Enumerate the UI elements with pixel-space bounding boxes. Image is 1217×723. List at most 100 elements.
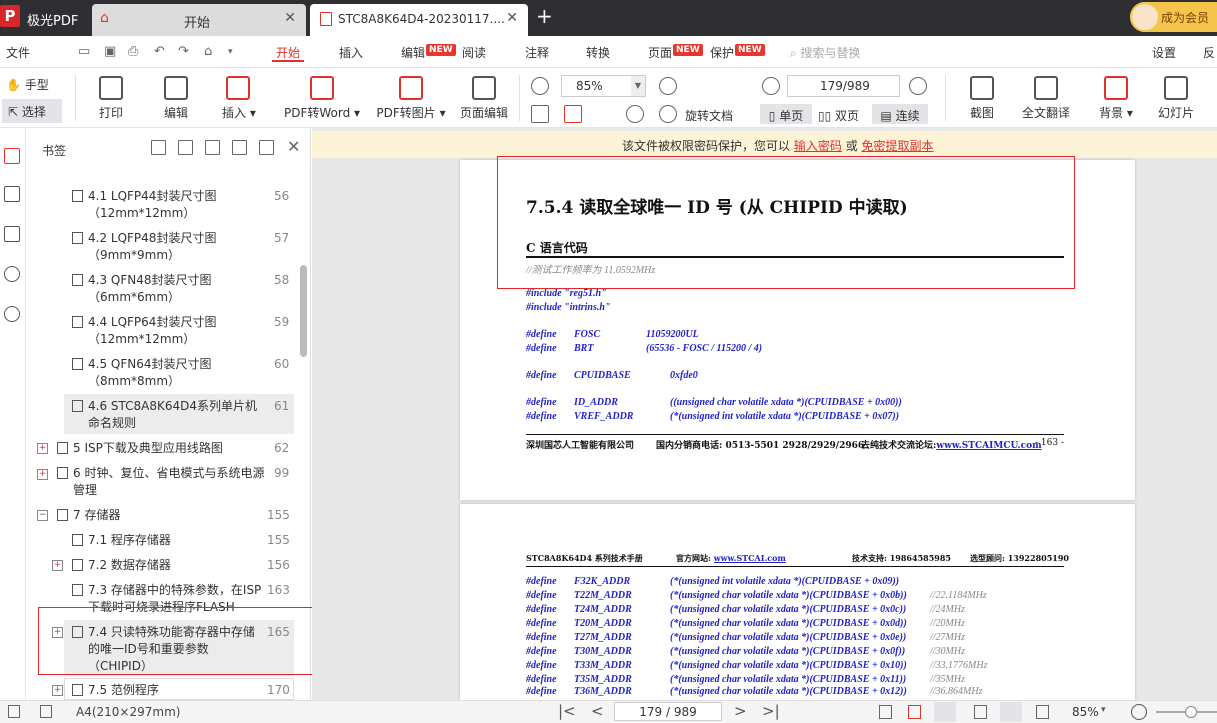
previous-page-icon[interactable]: <: [591, 702, 604, 720]
menu-read[interactable]: 阅读: [462, 44, 486, 61]
menu-insert[interactable]: 插入: [339, 44, 363, 61]
bookmark-item[interactable]: 6 时钟、复位、省电模式与系统电源管理 99: [57, 465, 294, 499]
double-page-button[interactable]: ▯▯ 双页: [818, 107, 859, 124]
panel-scrollbar[interactable]: [300, 265, 307, 357]
last-page-icon[interactable]: >|: [762, 702, 780, 720]
menu-more[interactable]: 反: [1203, 44, 1215, 61]
zoom-in-icon[interactable]: [659, 77, 677, 95]
bookmark-panel-icon[interactable]: [4, 148, 20, 164]
close-icon[interactable]: ✕: [287, 137, 300, 156]
search-input[interactable]: ⌕ 搜索与替换: [790, 44, 861, 61]
menu-protect[interactable]: 保护 NEW: [710, 44, 765, 61]
bookmark-item[interactable]: 7.2 数据存储器 156: [72, 557, 294, 577]
close-icon[interactable]: ✕: [284, 10, 296, 26]
bookmark-item[interactable]: 4.5 QFN64封装尺寸图（8mm*8mm） 60: [72, 356, 294, 390]
search-icon[interactable]: [4, 266, 20, 282]
enter-password-link[interactable]: 输入密码: [794, 139, 842, 153]
expand-icon[interactable]: +: [52, 560, 63, 571]
zoom-out-icon[interactable]: [1131, 704, 1147, 720]
print-button[interactable]: 打印: [95, 76, 127, 121]
sidebar-toggle-icon[interactable]: [8, 705, 20, 718]
slideshow-button[interactable]: 幻灯片: [1156, 76, 1196, 121]
bookmark-icon[interactable]: [232, 140, 247, 155]
attachment-icon[interactable]: [4, 306, 20, 322]
collapse-all-icon[interactable]: [178, 140, 193, 155]
rotate-left-icon[interactable]: [626, 105, 644, 123]
menu-page[interactable]: 页面 NEW: [648, 44, 703, 61]
bookmark-item[interactable]: 4.3 QFN48封装尺寸图（6mm*6mm） 58: [72, 272, 294, 306]
bookmark-item[interactable]: 7 存储器 155: [57, 507, 294, 527]
expand-icon[interactable]: +: [37, 469, 48, 480]
translate-button[interactable]: 全文翻译: [1020, 76, 1072, 121]
avatar[interactable]: [1130, 2, 1160, 32]
rotate-document-button[interactable]: 旋转文档: [685, 107, 733, 124]
fit-page-icon[interactable]: [564, 105, 582, 123]
background-button[interactable]: 背景 ▾: [1094, 76, 1138, 121]
first-page-icon[interactable]: |<: [558, 702, 576, 720]
edit-button[interactable]: 编辑: [160, 76, 192, 121]
screenshot-button[interactable]: 截图: [966, 76, 998, 121]
export-icon[interactable]: [40, 705, 52, 718]
thumbnail-icon[interactable]: [4, 186, 20, 202]
select-tool-button[interactable]: ⇱ 选择: [2, 99, 62, 123]
chevron-down-icon[interactable]: ▾: [228, 45, 242, 59]
page-edit-button[interactable]: 页面编辑: [458, 76, 510, 121]
home-icon[interactable]: ⌂: [204, 45, 218, 59]
double-page-icon[interactable]: [1036, 705, 1049, 719]
extract-copy-link[interactable]: 免密提取副本: [862, 139, 934, 153]
zoom-select[interactable]: 85% ▼: [561, 75, 646, 97]
menu-file[interactable]: 文件: [6, 44, 30, 61]
tab-home[interactable]: ⌂ 开始 ✕: [92, 4, 306, 36]
pdf-to-image-button[interactable]: PDF转图片 ▾: [376, 76, 446, 121]
new-tab-icon[interactable]: +: [536, 4, 553, 28]
bookmark-item[interactable]: 4.6 STC8A8K64D4系列单片机命名规则 61: [72, 398, 294, 432]
footer-forum-link[interactable]: www.STCAIMCU.com: [936, 441, 1041, 451]
chevron-down-icon[interactable]: ▾: [1101, 705, 1106, 715]
bookmark-item[interactable]: 7.1 程序存储器 155: [72, 532, 294, 552]
zoom-slider-handle[interactable]: [1185, 706, 1197, 718]
open-folder-icon[interactable]: ▭: [78, 45, 92, 59]
undo-icon[interactable]: ↶: [154, 45, 168, 59]
collapse-icon[interactable]: −: [37, 510, 48, 521]
expand-icon[interactable]: +: [37, 443, 48, 454]
save-icon[interactable]: ▣: [104, 45, 118, 59]
add-bookmark-icon[interactable]: [205, 140, 220, 155]
menu-start[interactable]: 开始: [276, 44, 300, 61]
hand-tool-button[interactable]: ✋ 手型: [6, 76, 49, 93]
actual-size-icon[interactable]: [879, 705, 892, 719]
header-site-link[interactable]: www.STCAI.com: [714, 553, 786, 563]
bookmark-item[interactable]: 5 ISP下载及典型应用线路图 62: [57, 440, 294, 460]
bookmark-item[interactable]: 7.5 范例程序 170: [72, 682, 294, 699]
expand-all-icon[interactable]: [151, 140, 166, 155]
insert-button[interactable]: 插入 ▾: [222, 76, 272, 121]
bookmark-item[interactable]: 4.2 LQFP48封装尺寸图（9mm*9mm） 57: [72, 230, 294, 264]
previous-page-icon[interactable]: [762, 77, 780, 95]
tab-document[interactable]: STC8A8K64D4-20230117.... ✕: [310, 4, 528, 36]
redo-icon[interactable]: ↷: [178, 45, 192, 59]
continuous-icon[interactable]: [1000, 702, 1022, 722]
page-number-input[interactable]: 179/989: [787, 75, 900, 97]
actual-size-icon[interactable]: [531, 105, 549, 123]
bookmark-item[interactable]: 4.1 LQFP44封装尺寸图（12mm*12mm） 56: [72, 188, 294, 222]
single-page-button[interactable]: ▯ 单页: [760, 104, 812, 124]
next-page-icon[interactable]: [909, 77, 927, 95]
menu-settings[interactable]: 设置: [1152, 44, 1176, 61]
next-page-icon[interactable]: >: [734, 702, 747, 720]
status-page-input[interactable]: 179 / 989: [614, 702, 722, 721]
fit-width-icon[interactable]: [934, 702, 956, 722]
single-page-icon[interactable]: [974, 705, 987, 719]
delete-icon[interactable]: [259, 140, 274, 155]
fit-page-icon[interactable]: [908, 705, 921, 719]
menu-annotate[interactable]: 注释: [525, 44, 549, 61]
close-icon[interactable]: ✕: [506, 10, 518, 26]
pdf-to-word-button[interactable]: PDF转Word ▾: [284, 76, 360, 121]
comment-icon[interactable]: [4, 226, 20, 242]
status-zoom[interactable]: 85%: [1072, 705, 1099, 719]
bookmark-item[interactable]: 4.4 LQFP64封装尺寸图（12mm*12mm） 59: [72, 314, 294, 348]
menu-convert[interactable]: 转换: [586, 44, 610, 61]
rotate-right-icon[interactable]: [659, 105, 677, 123]
continuous-button[interactable]: ▤ 连续: [872, 104, 928, 124]
expand-icon[interactable]: +: [52, 685, 63, 696]
print-icon[interactable]: ⎙: [128, 45, 142, 59]
zoom-out-icon[interactable]: [531, 77, 549, 95]
